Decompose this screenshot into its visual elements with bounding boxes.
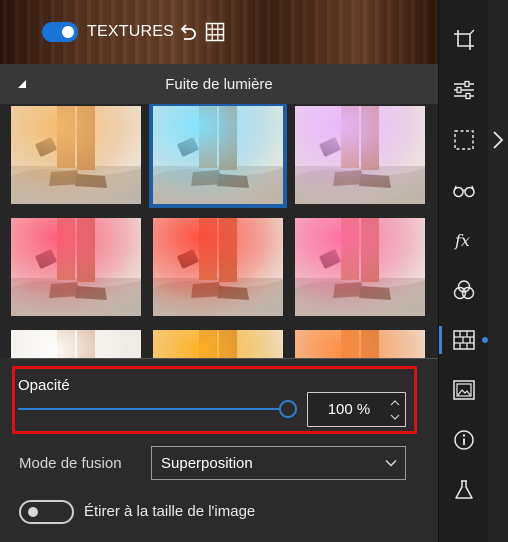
toggle-knob <box>62 26 74 38</box>
opacity-slider-thumb[interactable] <box>279 400 297 418</box>
texture-icon[interactable] <box>452 328 476 352</box>
undo-icon[interactable] <box>178 22 198 42</box>
textures-title: TEXTURES <box>87 23 174 40</box>
texture-thumbnail[interactable] <box>295 218 425 316</box>
textures-toggle[interactable] <box>42 22 78 42</box>
toggle-knob <box>28 507 38 517</box>
opacity-value: 100 % <box>327 401 371 418</box>
thumbnail-image <box>11 218 141 316</box>
chevron-down-icon[interactable] <box>390 413 400 421</box>
texture-thumbnail[interactable] <box>295 330 425 358</box>
blend-mode-label: Mode de fusion <box>19 455 122 472</box>
info-icon[interactable] <box>452 428 476 452</box>
textures-header: TEXTURES <box>0 0 438 64</box>
thumbnail-image <box>295 218 425 316</box>
texture-thumbnail[interactable] <box>153 330 283 358</box>
frame-icon[interactable] <box>452 378 476 402</box>
flask-icon[interactable] <box>452 478 476 502</box>
thumbnail-image <box>11 106 141 204</box>
divider <box>10 358 438 359</box>
chevron-down-icon <box>385 460 397 467</box>
texture-thumbnail[interactable] <box>11 218 141 316</box>
section-title: Fuite de lumière <box>165 76 273 93</box>
opacity-input[interactable]: 100 % <box>307 392 406 427</box>
sliders-icon[interactable] <box>452 78 476 102</box>
texture-thumbnail[interactable] <box>153 218 283 316</box>
chevron-right-icon[interactable] <box>492 130 504 150</box>
textures-panel: TEXTURES Fuite de lumière Opacité 100 % … <box>0 0 438 542</box>
color-circles-icon[interactable] <box>452 278 476 302</box>
fx-icon[interactable]: fx <box>452 228 476 252</box>
section-header[interactable]: Fuite de lumière <box>0 64 438 104</box>
thumbnail-image <box>295 330 425 358</box>
thumbnail-image <box>11 330 141 358</box>
svg-text:fx: fx <box>454 231 470 250</box>
texture-gallery <box>0 104 438 358</box>
opacity-label: Opacité <box>18 377 70 394</box>
blend-mode-select[interactable]: Superposition <box>151 446 406 480</box>
thumbnail-image <box>153 330 283 358</box>
chevron-up-icon[interactable] <box>390 399 400 407</box>
opacity-slider-track[interactable] <box>18 408 280 410</box>
grid-icon[interactable] <box>205 22 225 42</box>
selection-icon[interactable] <box>452 128 476 152</box>
right-toolbar: fx <box>438 0 488 542</box>
texture-thumbnail[interactable] <box>11 106 141 204</box>
texture-thumbnail[interactable] <box>11 330 141 358</box>
glasses-icon[interactable] <box>452 178 476 202</box>
texture-thumbnail[interactable] <box>149 104 287 208</box>
stretch-label: Étirer à la taille de l'image <box>84 503 256 520</box>
crop-icon[interactable] <box>452 28 476 52</box>
active-tool-indicator <box>439 326 442 354</box>
thumbnail-image <box>153 106 283 204</box>
stretch-toggle[interactable] <box>19 500 74 524</box>
texture-thumbnail[interactable] <box>295 106 425 204</box>
thumbnail-image <box>295 106 425 204</box>
expand-edge[interactable] <box>488 0 508 542</box>
blend-mode-value: Superposition <box>161 455 253 472</box>
thumbnail-image <box>153 218 283 316</box>
